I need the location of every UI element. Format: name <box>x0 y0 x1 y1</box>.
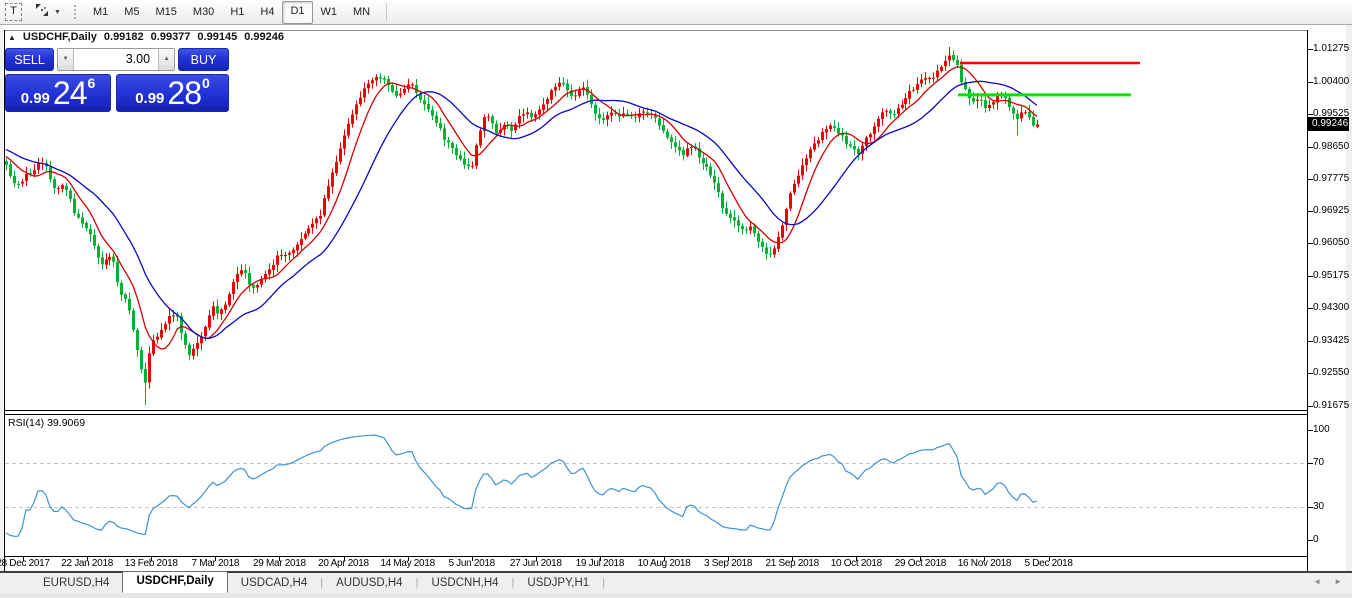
tab-scroll-left-icon[interactable]: ◄ <box>1313 577 1321 586</box>
price-tick-label: 0.93425 <box>1313 335 1349 347</box>
price-tick-label: 0.94300 <box>1313 302 1349 314</box>
rsi-indicator-label: RSI(14) 39.9069 <box>8 417 85 429</box>
date-tick-label: 19 Jul 2018 <box>564 558 636 569</box>
sell-button[interactable]: SELL <box>5 48 54 71</box>
volume-stepper: ▼ 3.00 ▲ <box>57 48 175 71</box>
timeframe-button-mn[interactable]: MN <box>345 2 378 23</box>
date-tick-label: 16 Nov 2018 <box>949 558 1021 569</box>
timeframe-button-m1[interactable]: M1 <box>85 2 116 23</box>
window-left-edge <box>0 25 3 571</box>
timeframe-button-h1[interactable]: H1 <box>222 2 252 23</box>
bottom-strip <box>0 593 1352 598</box>
chart-tab-usdchf[interactable]: USDCHF,Daily <box>122 571 227 593</box>
buy-price-big-digits: 28 <box>167 80 201 107</box>
ohlc-close: 0.99246 <box>244 31 284 43</box>
buy-price-pipette: 0 <box>202 75 210 91</box>
buy-price-button[interactable]: 0.99 28 0 <box>116 74 229 112</box>
chart-tab-usdcnh[interactable]: USDCNH,H4 <box>418 574 511 593</box>
date-tick-label: 20 Apr 2018 <box>308 558 380 569</box>
arrange-arrows-icon <box>35 3 49 22</box>
window-right-edge <box>1346 25 1352 571</box>
timeframe-button-m30[interactable]: M30 <box>185 2 222 23</box>
chart-tab-usdjpy[interactable]: USDJPY,H1 <box>514 574 602 593</box>
chart-tab-eurusd[interactable]: EURUSD,H4 <box>30 574 122 593</box>
sell-price-pipette: 6 <box>88 75 96 91</box>
price-tick-label: 0.96050 <box>1313 237 1349 249</box>
collapse-panel-icon[interactable]: ▲ <box>8 33 16 42</box>
price-tick-label: 1.00400 <box>1313 76 1349 88</box>
price-tick-label: 0.92550 <box>1313 367 1349 379</box>
volume-increase-button[interactable]: ▲ <box>158 49 174 70</box>
rsi-tick-label: 30 <box>1313 501 1349 513</box>
text-tool-icon[interactable]: T <box>5 3 22 21</box>
rsi-tick-label: 70 <box>1313 457 1349 469</box>
timeframe-group: M1M5M15M30H1H4D1W1MN <box>85 1 378 24</box>
date-tick-label: 3 Sep 2018 <box>692 558 764 569</box>
timeframe-button-d1[interactable]: D1 <box>282 1 312 24</box>
price-tick-label: 0.95175 <box>1313 270 1349 282</box>
tab-separator: | <box>602 574 605 593</box>
timeframe-button-w1[interactable]: W1 <box>313 2 346 23</box>
sell-price-big-digits: 24 <box>53 80 87 107</box>
timeframe-button-h4[interactable]: H4 <box>252 2 282 23</box>
toolbar-drag-handle[interactable] <box>73 4 77 20</box>
date-tick-label: 5 Dec 2018 <box>1013 558 1085 569</box>
tab-scroll-right-icon[interactable]: ► <box>1334 577 1342 586</box>
timeframe-button-m5[interactable]: M5 <box>116 2 147 23</box>
price-tick-label: 0.91675 <box>1313 400 1349 412</box>
chevron-down-icon[interactable]: ▼ <box>54 9 61 16</box>
rsi-tick-label: 0 <box>1313 534 1349 546</box>
chart-title: ▲ USDCHF,Daily 0.99182 0.99377 0.99145 0… <box>8 31 284 43</box>
current-price-badge: 0.99246 <box>1308 117 1349 131</box>
volume-input[interactable]: 3.00 <box>74 49 158 70</box>
arrange-arrows-button[interactable]: ▼ <box>35 3 61 22</box>
sell-price-main: 0.99 <box>21 91 50 107</box>
date-tick-label: 22 Jan 2018 <box>51 558 123 569</box>
chart-symbol-label: USDCHF,Daily <box>23 31 97 43</box>
buy-button[interactable]: BUY <box>178 48 229 71</box>
price-tick-label: 0.97775 <box>1313 173 1349 185</box>
date-tick-label: 14 May 2018 <box>372 558 444 569</box>
ohlc-open: 0.99182 <box>104 31 144 43</box>
price-tick-label: 1.01275 <box>1313 43 1349 55</box>
rsi-tick-label: 100 <box>1313 424 1349 436</box>
date-tick-label: 7 Mar 2018 <box>179 558 251 569</box>
toolbar-separator <box>386 3 387 21</box>
date-tick-label: 5 Jun 2018 <box>436 558 508 569</box>
date-tick-label: 10 Aug 2018 <box>628 558 700 569</box>
one-click-trade-panel: SELL ▼ 3.00 ▲ BUY 0.99 24 6 0.99 28 0 <box>5 48 229 112</box>
date-tick-label: 10 Oct 2018 <box>820 558 892 569</box>
chart-tab-bar: EURUSD,H4USDCHF,DailyUSDCAD,H4 | AUDUSD,H4… <box>0 571 1352 593</box>
chart-tab-audusd[interactable]: AUDUSD,H4 <box>323 574 415 593</box>
toolbar: T ▼ M1M5M15M30H1H4D1W1MN <box>0 0 1352 25</box>
date-tick-label: 27 Jun 2018 <box>500 558 572 569</box>
buy-price-main: 0.99 <box>135 91 164 107</box>
date-tick-label: 21 Sep 2018 <box>756 558 828 569</box>
volume-decrease-button[interactable]: ▼ <box>58 49 74 70</box>
ohlc-high: 0.99377 <box>151 31 191 43</box>
date-tick-label: 29 Mar 2018 <box>243 558 315 569</box>
chart-tab-usdcad[interactable]: USDCAD,H4 <box>228 574 320 593</box>
sell-price-button[interactable]: 0.99 24 6 <box>5 74 111 112</box>
price-tick-label: 0.98650 <box>1313 141 1349 153</box>
timeframe-button-m15[interactable]: M15 <box>148 2 185 23</box>
price-tick-label: 0.96925 <box>1313 205 1349 217</box>
date-tick-label: 13 Feb 2018 <box>115 558 187 569</box>
tab-scroll-buttons: ◄ ► <box>1313 577 1342 586</box>
ohlc-low: 0.99145 <box>197 31 237 43</box>
date-tick-label: 29 Oct 2018 <box>884 558 956 569</box>
